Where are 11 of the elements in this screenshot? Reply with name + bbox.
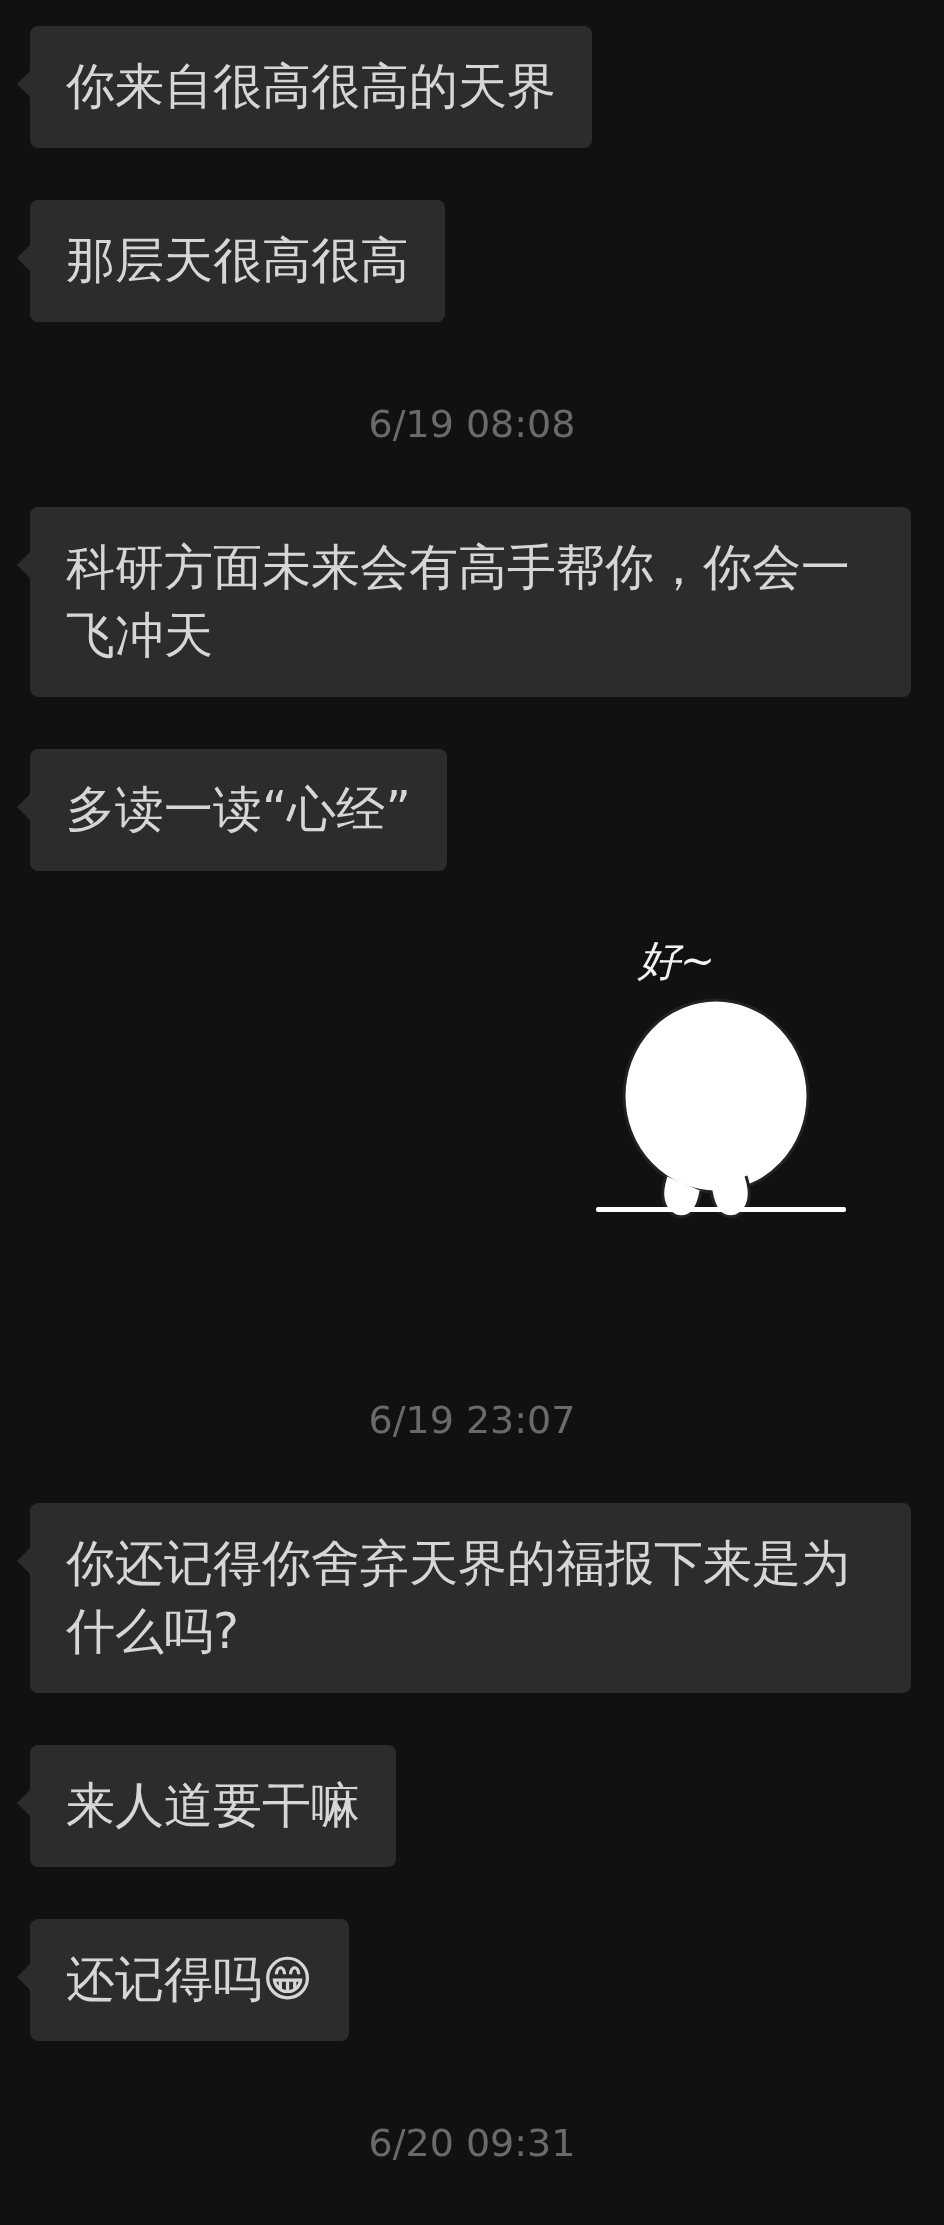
- bubble-tail: [17, 70, 31, 98]
- bubble-tail: [17, 244, 31, 272]
- bubble-tail: [17, 1547, 31, 1575]
- timestamp: 6/19 23:07: [368, 1397, 576, 1444]
- bubble-tail: [17, 1789, 31, 1817]
- bubble-tail: [17, 551, 31, 579]
- sticker-caption: 好~: [638, 936, 716, 986]
- timestamp: 6/19 08:08: [368, 401, 576, 448]
- bubble-tail: [17, 793, 31, 821]
- timestamp: 6/20 09:31: [368, 2120, 576, 2167]
- bubble-tail: [17, 1963, 31, 1991]
